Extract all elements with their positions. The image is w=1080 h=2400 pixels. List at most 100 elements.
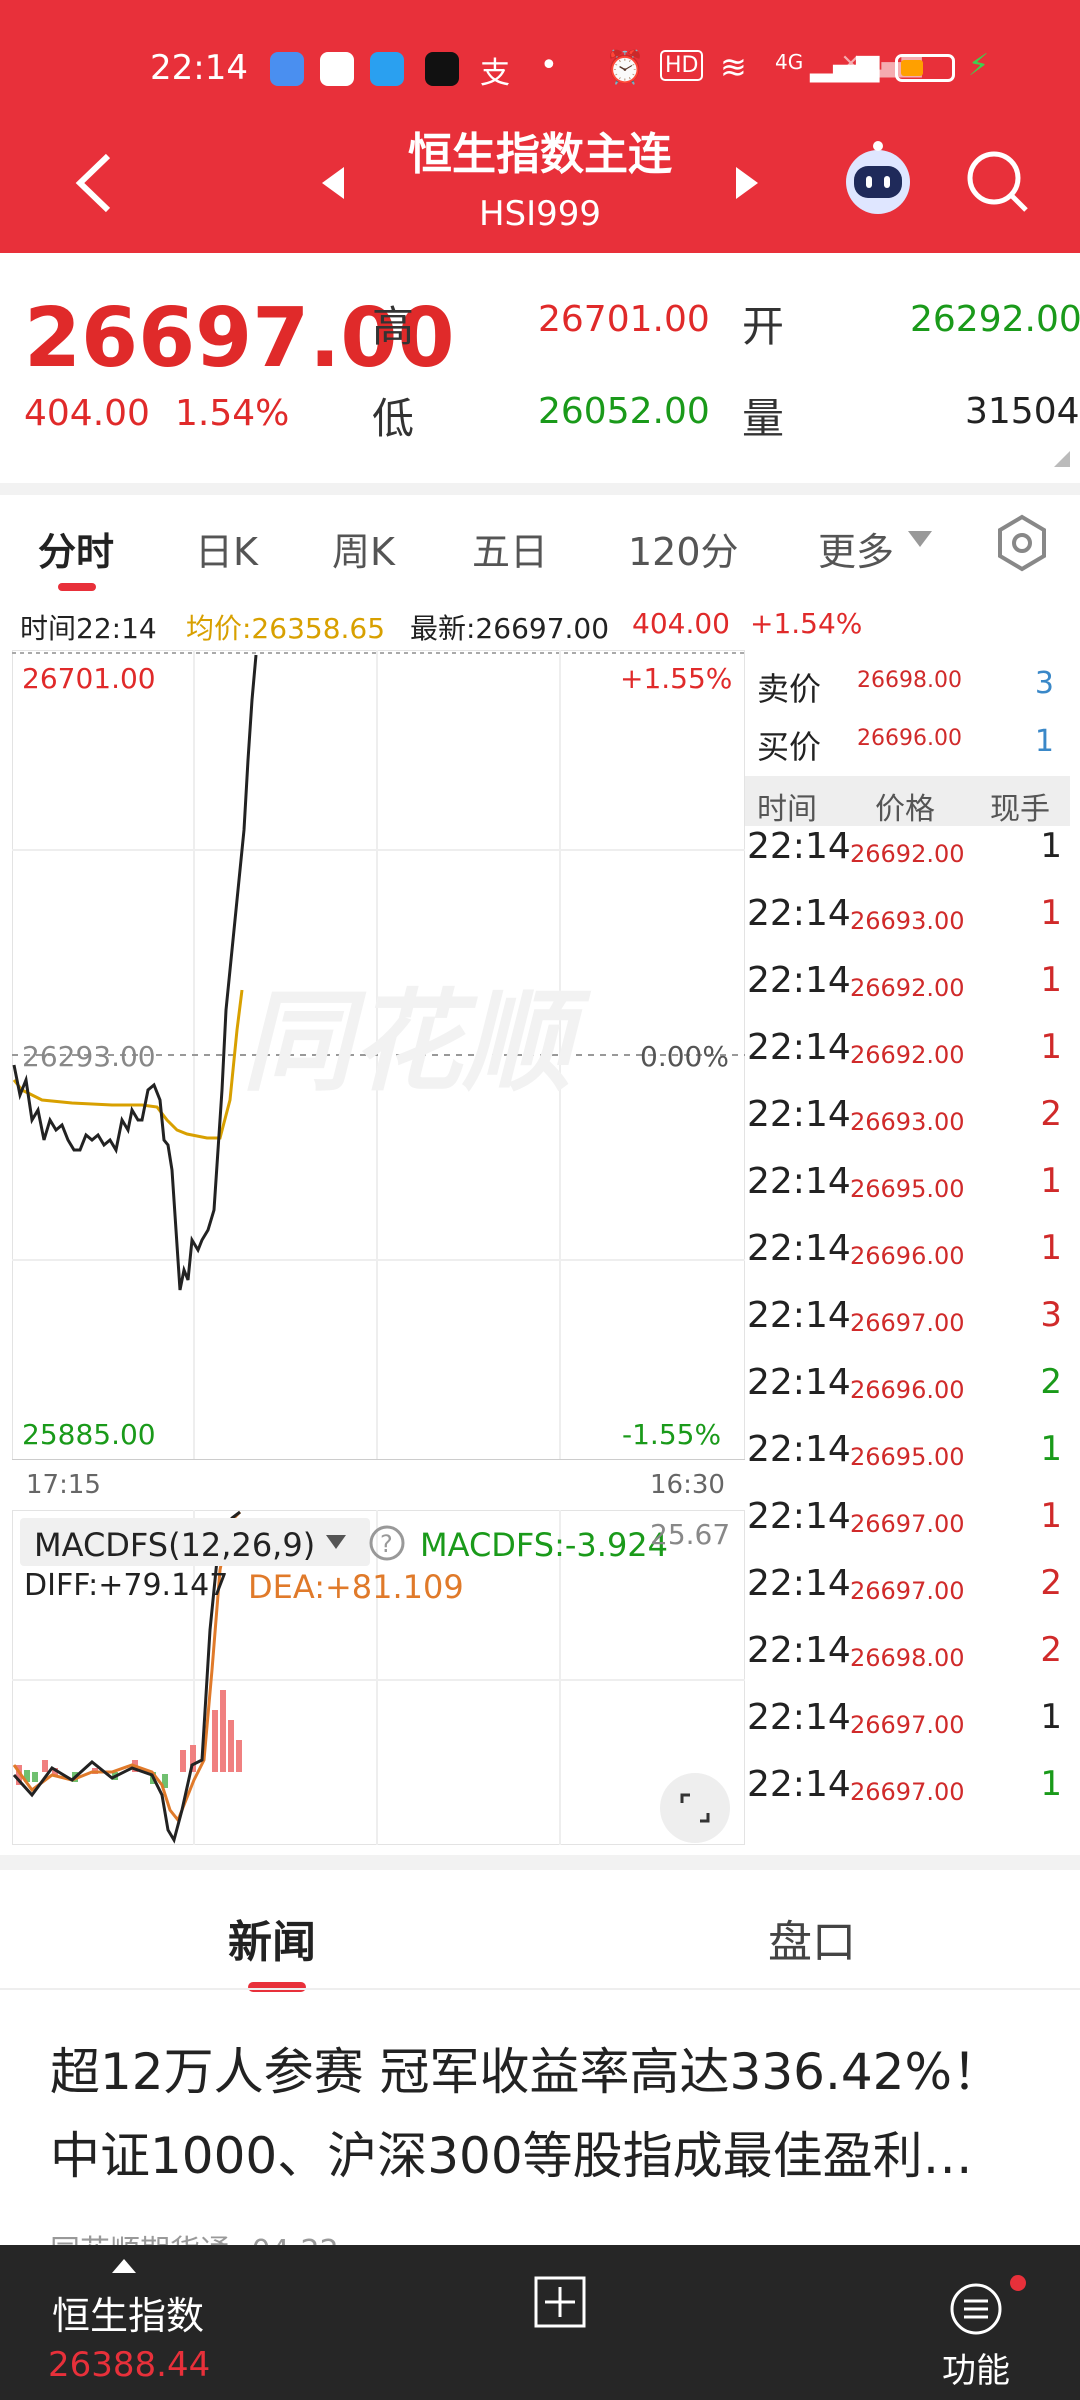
add-icon[interactable] [533,2275,587,2329]
help-icon[interactable]: ? [368,1524,406,1562]
trade-time: 22:14 [747,1094,851,1135]
pct-bottom-label: -1.55% [622,1418,721,1451]
bottom-index-name[interactable]: 恒生指数 [52,2285,204,2340]
news-tab-indicator [248,1982,306,1992]
trade-row: 22:14 26693.00 2 [745,1094,1070,1162]
pct-mid-label: 0.00% [640,1040,729,1073]
nav-bar: 恒生指数主连 HSI999 [0,118,1080,238]
chart-tabs: 分时 日K 周K 五日 120分 更多 [0,495,1080,595]
network-type: 4G [775,50,804,74]
dot-icon: • [540,48,558,83]
tab-news[interactable]: 新闻 [228,1906,316,1970]
low-label: 低 [372,394,415,443]
intraday-chart[interactable]: 同花顺 26701.00 +1.55% 26293.00 0.00% 25885… [12,650,745,1500]
change-value: 404.00 [24,393,150,434]
info-change: 404.00 [632,607,730,640]
trade-qty: 2 [1040,1630,1062,1670]
trade-list[interactable]: 22:14 26692.00 1 22:14 26693.00 1 22:14 26692.0… [745,826,1070,1846]
expand-up-icon[interactable] [110,2257,138,2275]
status-bar: 22:14 支 • ⏰ HD ≋ 4G ▂▄▆ ×▂▄▆ ⚡ [0,48,1080,91]
trade-row: 22:14 26695.00 1 [745,1161,1070,1229]
col-qty: 现手 [990,792,1050,827]
alipay-icon: 支 [480,56,510,91]
macd-selector[interactable]: MACDFS(12,26,9) [20,1518,370,1566]
news-source-name: 同花顺期货通 [50,2234,230,2245]
instrument-title: 恒生指数主连 [408,129,672,180]
trade-time: 22:14 [747,960,851,1001]
open-value: 26292.00 [910,299,1080,340]
buy-price: 26696.00 [857,726,962,751]
sell-label: 卖价 [757,670,822,708]
trade-qty: 1 [1040,893,1062,933]
menu-icon[interactable] [948,2281,1004,2337]
trade-price: 26692.00 [850,974,965,1002]
instrument-code: HSI999 [478,194,602,234]
trade-time: 22:14 [747,1161,851,1202]
tab-pankou[interactable]: 盘口 [768,1906,856,1970]
trade-qty: 1 [1040,960,1062,1000]
news-headline: 超12万人参赛 冠军收益率高达336.42%！中证1000、沪深300等股指成最… [50,2043,1002,2185]
header: 22:14 支 • ⏰ HD ≋ 4G ▂▄▆ ×▂▄▆ ⚡ 恒生指数主连 HS… [0,0,1080,253]
trade-qty: 1 [1040,1764,1062,1804]
fullscreen-icon [680,1793,710,1823]
expand-corner-icon[interactable] [1052,449,1072,469]
y-top-label: 26701.00 [22,662,156,695]
notification-dot [1010,2275,1026,2291]
trade-qty: 1 [1040,1697,1062,1737]
macd-chart[interactable]: MACDFS(12,26,9) ? MACDFS:-3.924 25.67 DI… [12,1510,745,1845]
trade-time: 22:14 [747,826,851,867]
settings-hexagon-icon[interactable] [992,513,1052,573]
news-date: 04-22 [252,2234,339,2245]
tab-intraday[interactable]: 分时 [38,521,114,576]
back-icon[interactable] [70,148,120,218]
trade-qty: 1 [1040,1496,1062,1536]
bottom-bar: 恒生指数 26388.44 功能 [0,2245,1080,2400]
trade-row: 22:14 26695.00 1 [745,1429,1070,1497]
change-pct: 1.54% [175,393,290,434]
news-tabs: 新闻 盘口 [0,1870,1080,1992]
trade-time: 22:14 [747,1697,851,1738]
tab-more[interactable]: 更多 [818,521,894,576]
chevron-down-icon[interactable] [906,527,934,551]
trade-time: 22:14 [747,1362,851,1403]
news-tabs-border [0,1988,1080,1990]
trade-row: 22:14 26697.00 2 [745,1563,1070,1631]
trade-row: 22:14 26697.00 1 [745,1764,1070,1832]
battery-icon [895,54,955,82]
trade-price: 26692.00 [850,840,965,868]
trade-row: 22:14 26698.00 2 [745,1630,1070,1698]
trade-row: 22:14 26693.00 1 [745,893,1070,961]
volume-value: 31504 [965,391,1080,432]
next-arrow-icon[interactable] [732,163,762,203]
trade-qty: 3 [1040,1295,1062,1335]
tab-five-day[interactable]: 五日 [472,521,548,576]
news-item[interactable]: 超12万人参赛 冠军收益率高达336.42%！中证1000、沪深300等股指成最… [50,2030,1030,2245]
order-panel: 卖价 26698.00 3 买价 26696.00 1 时间 价格 现手 22:… [745,650,1070,1845]
trade-row: 22:14 26696.00 2 [745,1362,1070,1430]
macd-dropdown-icon[interactable] [324,1532,348,1552]
intraday-chart-svg[interactable]: 同花顺 26701.00 +1.55% 26293.00 0.00% 25885… [12,650,745,1460]
trade-time: 22:14 [747,893,851,934]
tab-120min[interactable]: 120分 [628,521,739,576]
trade-qty: 2 [1040,1563,1062,1603]
trade-row: 22:14 26696.00 1 [745,1228,1070,1296]
tab-weekly-k[interactable]: 周K [332,521,395,576]
buy-qty: 1 [1034,724,1054,759]
fullscreen-button[interactable] [660,1773,730,1843]
diff-value: DIFF:+79.147 [24,1568,229,1603]
trade-qty: 1 [1040,1027,1062,1067]
trade-row: 22:14 26697.00 3 [745,1295,1070,1363]
tab-daily-k[interactable]: 日K [195,521,258,576]
trade-qty: 1 [1040,1228,1062,1268]
function-label[interactable]: 功能 [942,2343,1010,2392]
y-bottom-label: 25885.00 [22,1418,156,1451]
trade-price: 26693.00 [850,907,965,935]
trade-time: 22:14 [747,1764,851,1805]
info-avg: 均价:26358.65 [186,612,386,645]
trade-price: 26695.00 [850,1175,965,1203]
robot-assistant-icon[interactable] [838,138,918,218]
trade-time: 22:14 [747,1295,851,1336]
search-icon[interactable] [962,146,1032,216]
trade-price: 26698.00 [850,1644,965,1672]
sell-price: 26698.00 [857,668,962,693]
